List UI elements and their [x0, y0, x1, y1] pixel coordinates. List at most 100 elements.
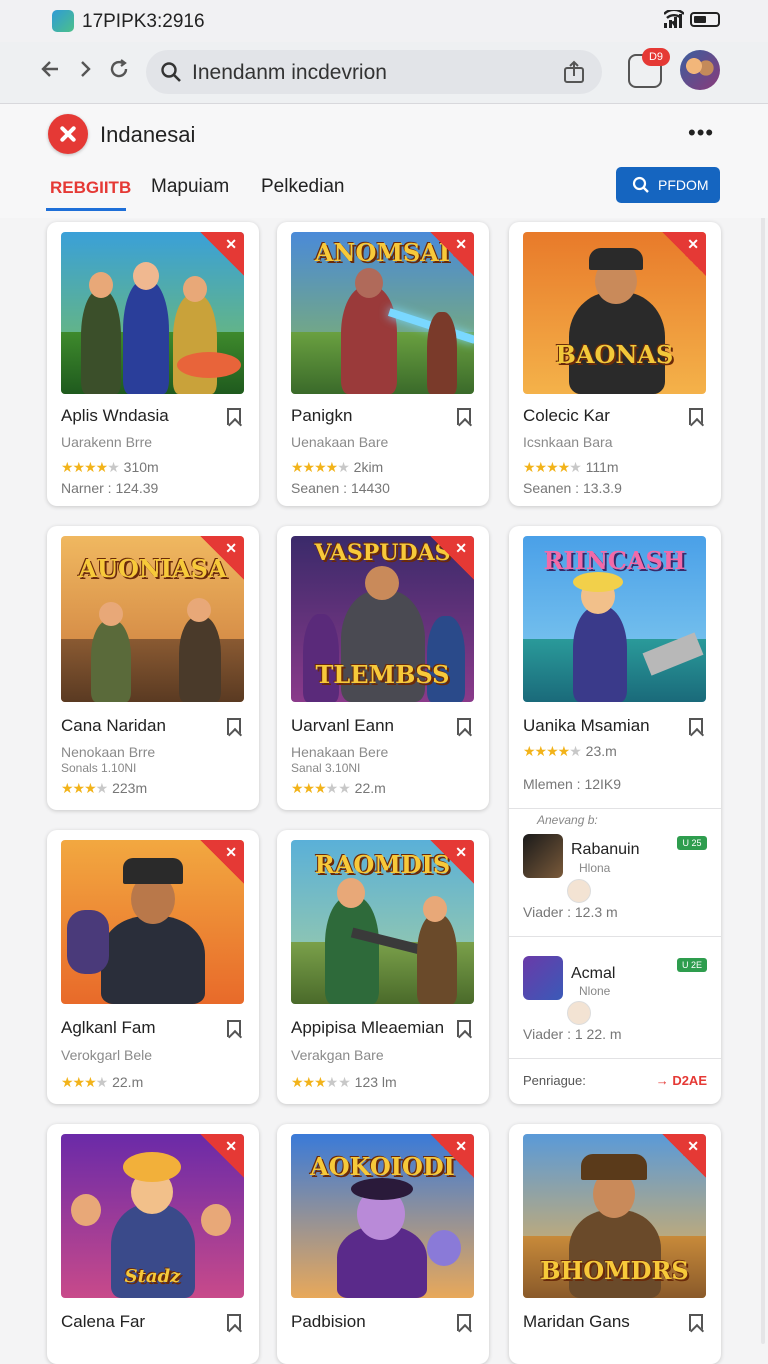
bookmark-icon[interactable]: [457, 1020, 471, 1037]
back-arrow-icon: [41, 61, 58, 77]
game-logo-text: RIINCASH: [543, 546, 686, 575]
bookmark-icon[interactable]: [227, 1314, 241, 1331]
profile-avatar[interactable]: [680, 50, 720, 90]
divider: [509, 936, 721, 937]
game-title: Maridan Gans: [523, 1312, 630, 1331]
reload-button[interactable]: [104, 56, 134, 86]
hot-flag-icon: [430, 232, 474, 276]
game-rating: ★★★★★ 22.m: [291, 780, 386, 796]
stars-icon: ★★★: [291, 780, 327, 796]
side-panel-footer-label: Penriague:: [523, 1073, 586, 1088]
page-scrollbar[interactable]: [761, 110, 765, 1344]
game-title: Cana Naridan: [61, 716, 166, 735]
game-thumbnail: BHOMDRS: [523, 1134, 706, 1298]
bookmark-icon[interactable]: [689, 408, 703, 425]
game-thumbnail: VASPUDAS TLEMBSS: [291, 536, 474, 702]
hot-flag-icon: [200, 1134, 244, 1178]
game-rating: ★★★★★ 23.m: [523, 743, 617, 759]
mini-title: Rabanuin: [571, 841, 640, 858]
bookmark-icon[interactable]: [227, 718, 241, 735]
game-thumbnail: [61, 232, 244, 394]
game-meta: Seanen : 13.3.9: [523, 480, 622, 496]
game-card[interactable]: Aglkanl Fam Verokgarl Bele ★★★★ 22.m: [47, 830, 259, 1104]
game-logo-text: TLEMBSS: [315, 660, 450, 689]
hot-flag-icon: [200, 840, 244, 884]
game-logo-text: BHOMDRS: [540, 1256, 689, 1285]
tab-rebgiitb[interactable]: REBGIITB: [50, 178, 131, 198]
pfdom-button-label: PFDOM: [658, 177, 709, 193]
mini-game-icon: [523, 956, 563, 1000]
status-time: 17PIPK3:2916: [82, 11, 205, 32]
forward-arrow-icon: [81, 61, 91, 77]
game-thumbnail: BAONAS: [523, 232, 706, 394]
game-thumbnail: ANOMSAI: [291, 232, 474, 394]
game-rating: ★★★★★ 2kim: [291, 459, 384, 475]
reload-icon: [110, 59, 128, 78]
divider: [509, 808, 721, 809]
bookmark-icon[interactable]: [457, 718, 471, 735]
game-meta: Mlemen : 12IK9: [523, 776, 622, 792]
game-rating: ★★★★★ 123 lm: [291, 1074, 397, 1090]
site-logo[interactable]: [48, 114, 88, 154]
mini-badge: U 25: [677, 836, 707, 850]
pfdom-button[interactable]: PFDOM: [616, 167, 720, 203]
game-card[interactable]: ANOMSAI Panigkn Uenakaan Bare ★★★★★ 2kim…: [277, 222, 489, 506]
game-card-expanded[interactable]: RIINCASH Uanika Msamian ★★★★★ 23.m Mleme…: [509, 526, 721, 1104]
game-card[interactable]: AUONIASA Cana Naridan Nenokaan Brre Sona…: [47, 526, 259, 810]
bookmark-icon[interactable]: [689, 718, 703, 735]
stars-icon: ★★★: [61, 780, 97, 796]
bookmark-icon[interactable]: [457, 1314, 471, 1331]
tabs-button[interactable]: D9: [628, 48, 670, 88]
game-meta: Narner : 124.39: [61, 480, 159, 496]
tab-pelkedian[interactable]: Pelkedian: [261, 176, 344, 198]
mini-badge: U 2E: [677, 958, 707, 972]
bookmark-icon[interactable]: [457, 408, 471, 425]
game-card[interactable]: Stadz Calena Far: [47, 1124, 259, 1364]
address-bar[interactable]: Inendanm incdevrion: [146, 50, 602, 94]
user-avatar: [567, 879, 591, 903]
stars-icon: ★★★★: [523, 743, 570, 759]
game-thumbnail: RAOMDIS: [291, 840, 474, 1004]
bookmark-icon[interactable]: [227, 1020, 241, 1037]
site-title: Indanesai: [100, 122, 196, 147]
mini-title: Acmal: [571, 965, 616, 982]
tabs-count-badge: D9: [642, 48, 670, 66]
game-card[interactable]: BAONAS Colecic Kar Icsnkaan Bara ★★★★★ 1…: [509, 222, 721, 506]
stars-icon: ★★★: [61, 1074, 97, 1090]
game-card[interactable]: BHOMDRS Maridan Gans: [509, 1124, 721, 1364]
game-card[interactable]: VASPUDAS TLEMBSS Uarvanl Eann Henakaan B…: [277, 526, 489, 810]
mini-subtitle: Hlona: [579, 861, 611, 875]
tab-mapuiam[interactable]: Mapuiam: [151, 176, 229, 198]
game-subtitle: Nenokaan Brre: [61, 744, 156, 760]
game-title: Uarvanl Eann: [291, 716, 395, 735]
bookmark-icon[interactable]: [227, 408, 241, 425]
hot-flag-icon: [662, 232, 706, 276]
game-card[interactable]: AOKOIODI Padbision: [277, 1124, 489, 1364]
browser-toolbar: Inendanm incdevrion D9: [0, 42, 768, 104]
bookmark-icon[interactable]: [689, 1314, 703, 1331]
hot-flag-icon: [430, 840, 474, 884]
site-header: Indanesai ••• REBGIITB Mapuiam Pelkedian…: [0, 104, 768, 218]
hot-flag-icon: [430, 536, 474, 580]
back-button[interactable]: [36, 56, 66, 86]
stars-icon: ★★★★: [523, 459, 570, 475]
status-bar: 17PIPK3:2916: [0, 0, 768, 42]
forward-button[interactable]: [70, 56, 100, 86]
game-thumbnail: Stadz: [61, 1134, 244, 1298]
game-thumbnail: AOKOIODI: [291, 1134, 474, 1298]
more-menu-icon[interactable]: •••: [688, 120, 714, 146]
game-thumbnail: RIINCASH: [523, 536, 706, 702]
side-panel-footer-link[interactable]: → D2AE: [656, 1073, 707, 1088]
search-icon: [161, 62, 181, 82]
hot-flag-icon: [662, 1134, 706, 1178]
stars-icon: ★★★: [291, 1074, 327, 1090]
share-icon[interactable]: [562, 60, 586, 84]
game-title: Panigkn: [291, 406, 353, 425]
game-card[interactable]: RAOMDIS Appipisa Mleaemian Verakgan Bare…: [277, 830, 489, 1104]
user-avatar: [567, 1001, 591, 1025]
game-card[interactable]: Aplis Wndasia Uarakenn Brre ★★★★★ 310m N…: [47, 222, 259, 506]
game-title: Colecic Kar: [523, 406, 610, 425]
game-subtitle: Uarakenn Brre: [61, 434, 153, 450]
game-subtitle-small: Sonals 1.10NI: [61, 761, 137, 775]
game-subtitle-small: Sanal 3.10NI: [291, 761, 361, 775]
